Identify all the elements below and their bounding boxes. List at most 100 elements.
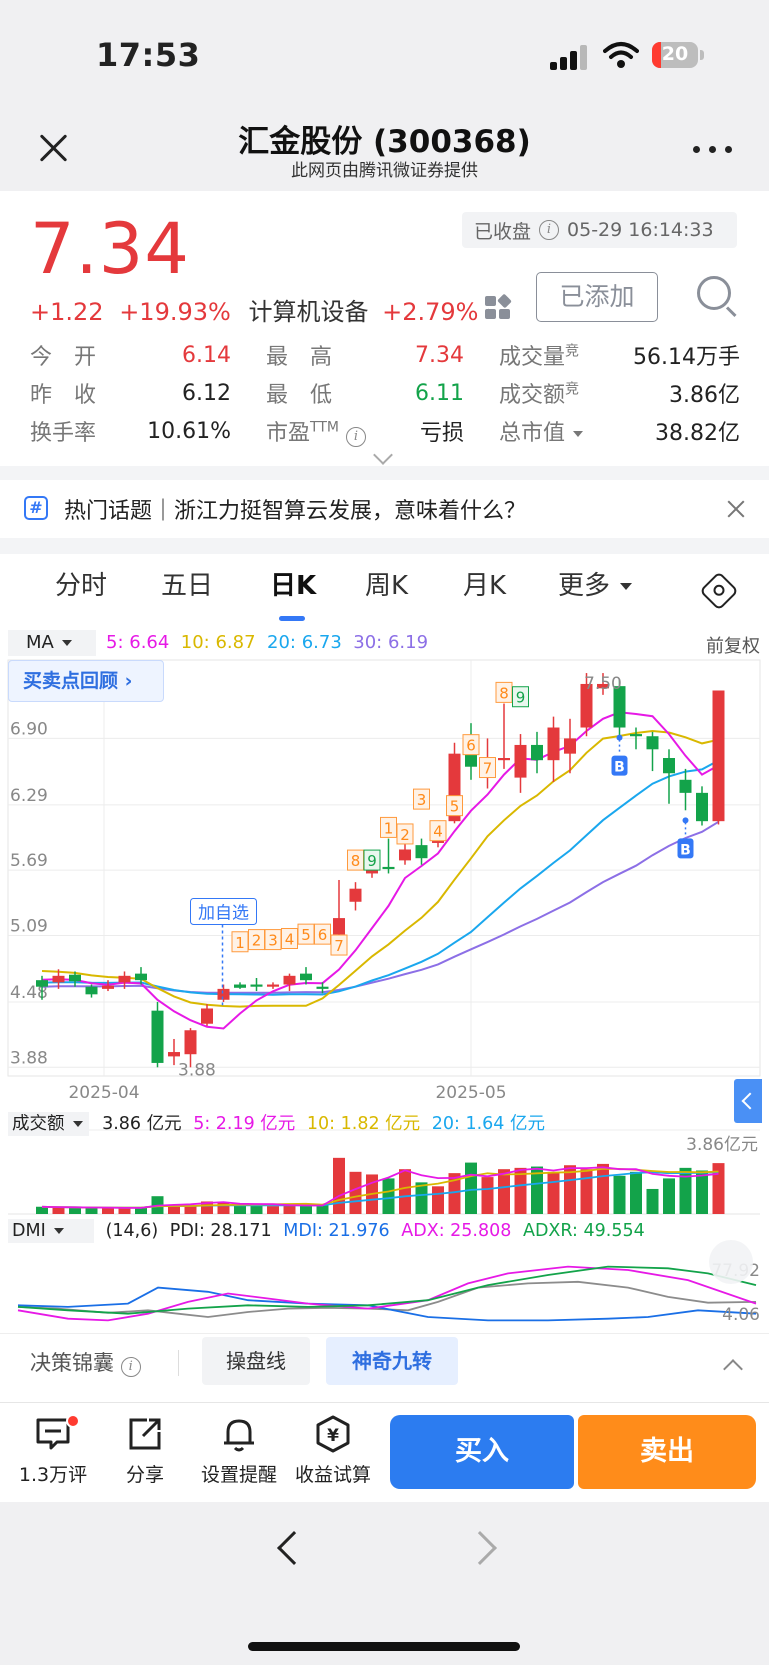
candle-body [646, 736, 659, 750]
stats-grid: 今 开 6.14 最 高 7.34 成交量竞 56.14万手 昨 收 6.12 … [30, 336, 740, 450]
volume-ma20: 20: 1.64 亿元 [431, 1114, 545, 1134]
hashtag-icon: # [24, 496, 48, 520]
price-tick-label: 6.29 [10, 786, 48, 806]
search-icon[interactable] [697, 276, 737, 318]
comments-button[interactable]: 1.3万评 [8, 1414, 98, 1487]
sequence-mark: 3 [417, 791, 427, 809]
volume-ma5: 5: 2.19 亿元 [193, 1114, 296, 1134]
volume-bar [630, 1171, 642, 1214]
industry-name[interactable]: 计算机设备 [248, 298, 368, 326]
buy-button[interactable]: 买入 [390, 1415, 574, 1489]
signal-dot [682, 817, 689, 824]
divider [178, 1350, 179, 1376]
added-watchlist-button[interactable]: 已添加 [536, 272, 658, 322]
candle-body [300, 973, 312, 981]
candle-body [118, 975, 131, 983]
sequence-mark: 1 [235, 934, 245, 952]
candle-body [531, 744, 543, 761]
prev-close-value: 6.12 [182, 380, 231, 406]
pe-info-icon[interactable]: i [345, 427, 366, 447]
info-icon[interactable]: i [539, 220, 560, 240]
sell-button[interactable]: 卖出 [578, 1415, 756, 1489]
add-watch-label: 加自选 [198, 903, 249, 923]
cellular-signal-icon [550, 44, 590, 70]
strategy-info-icon[interactable]: i [120, 1357, 141, 1377]
volume-now: 3.86 亿元 [102, 1114, 182, 1134]
candle-body [712, 690, 725, 822]
profit-calculator-button[interactable]: ¥ 收益试算 [288, 1414, 378, 1487]
volume-bar [481, 1177, 494, 1214]
price-adjust-selector[interactable]: 前复权 [706, 632, 760, 658]
mktcap-label[interactable]: 总市值 [499, 415, 629, 447]
turnover-value: 10.61% [147, 418, 231, 444]
tab-intraday[interactable]: 分时 [55, 565, 107, 602]
collapse-side-tab[interactable] [734, 1079, 762, 1123]
low-label: 最 低 [266, 383, 333, 408]
price-tick-label: 5.09 [10, 917, 48, 937]
volume-bar [283, 1205, 296, 1214]
dmi-mdi: MDI: 21.976 [283, 1221, 390, 1241]
active-tab-indicator [279, 616, 305, 621]
dmi-adx: ADX: 25.808 [401, 1221, 512, 1241]
signal-dot [616, 734, 623, 741]
candle-body [102, 985, 114, 989]
period-tabs: 分时 五日 日K 周K 月K 更多 [0, 565, 769, 625]
prev-close-label: 昨 收 [30, 383, 97, 408]
volume-bar [333, 1157, 345, 1214]
industry-change-pct[interactable]: +2.79% [382, 298, 478, 326]
volume-bar [250, 1205, 263, 1214]
volume-bar [267, 1206, 279, 1214]
tab-more[interactable]: 更多 [558, 565, 633, 602]
tab-daily-k[interactable]: 日K [270, 565, 316, 602]
volume-bar [498, 1169, 510, 1214]
tab-five-day[interactable]: 五日 [161, 565, 213, 602]
ma-selector[interactable]: MA [8, 630, 96, 656]
close-topic-icon[interactable] [727, 500, 745, 518]
volume-bar [432, 1186, 444, 1214]
open-value: 6.14 [182, 342, 231, 368]
sequence-mark: 2 [252, 932, 262, 950]
pe-value: 亏损 [419, 421, 464, 446]
volume-legend: 成交额 3.86 亿元 5: 2.19 亿元 10: 1.82 亿元 20: 1… [8, 1110, 545, 1136]
sequence-mark: 6 [318, 926, 328, 944]
apps-grid-icon[interactable] [485, 293, 513, 320]
sequence-mark: 8 [351, 852, 361, 870]
current-price: 7.34 [30, 208, 190, 290]
sequence-mark: 9 [367, 852, 377, 870]
sequence-mark: 3 [268, 932, 278, 950]
trading-line-option[interactable]: 操盘线 [202, 1337, 310, 1385]
magic-nine-option[interactable]: 神奇九转 [326, 1337, 458, 1385]
price-tick-label: 5.69 [10, 851, 48, 871]
candle-body [283, 975, 296, 985]
battery-tip [700, 50, 704, 60]
tab-monthly-k[interactable]: 月K [463, 565, 506, 602]
volume-label: 成交量竞 [499, 343, 580, 370]
volume-bar [102, 1208, 114, 1214]
ma20-value: 20: 6.73 [267, 632, 342, 653]
price-change-pct: +19.93% [119, 298, 231, 326]
volume-bar [465, 1162, 477, 1214]
volume-bar [580, 1169, 593, 1214]
ma-legend: MA 5: 6.64 10: 6.87 20: 6.73 30: 6.19 前复… [8, 630, 764, 658]
set-alert-button[interactable]: 设置提醒 [194, 1414, 284, 1487]
bell-icon [224, 1419, 254, 1452]
trade-review-button[interactable]: 买卖点回顾 › [8, 660, 164, 702]
high-annotation: 7.50 [584, 674, 622, 694]
share-button[interactable]: 分享 [100, 1414, 190, 1487]
candle-body [514, 744, 527, 778]
price-change: +1.22 [30, 298, 104, 326]
candle-body [415, 845, 428, 859]
candle-body [201, 1008, 213, 1024]
candle-body [498, 758, 510, 761]
candle-body [663, 758, 675, 774]
divider [0, 538, 769, 554]
more-options-icon[interactable] [693, 146, 733, 156]
volume-selector[interactable]: 成交额 [8, 1112, 89, 1136]
candle-body [52, 975, 65, 983]
dmi-selector[interactable]: DMI [8, 1219, 94, 1243]
price-tick-label: 3.88 [10, 1048, 48, 1068]
buy-signal-label: B [614, 760, 625, 776]
hot-topic-text[interactable]: 热门话题｜浙江力挺智算云发展，意味着什么？ [64, 493, 526, 525]
pdi-line [17, 1280, 757, 1318]
tab-weekly-k[interactable]: 周K [365, 565, 408, 602]
